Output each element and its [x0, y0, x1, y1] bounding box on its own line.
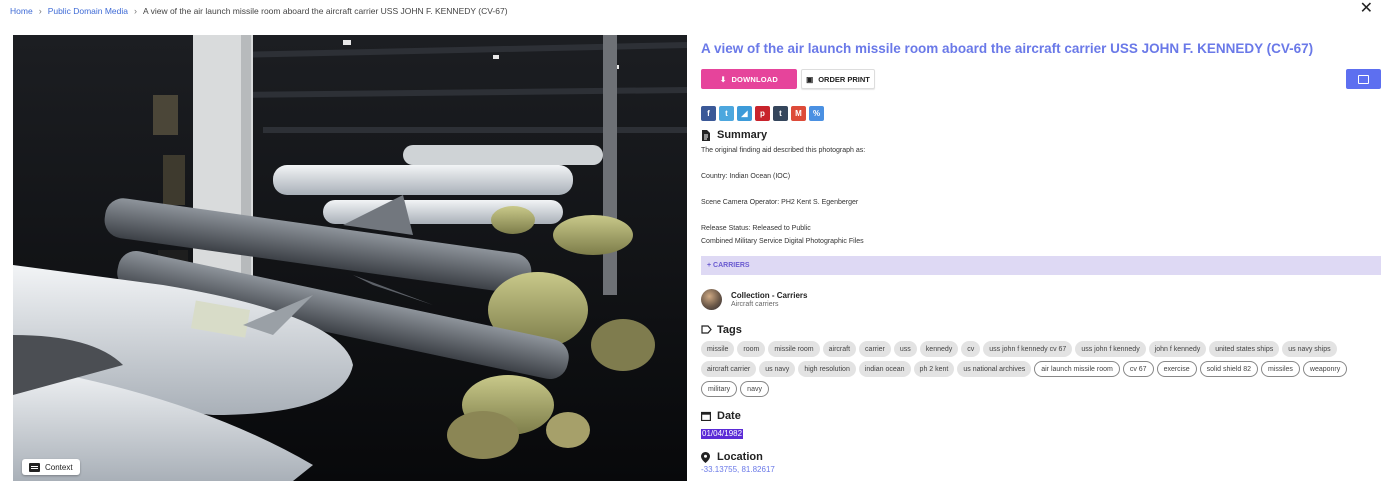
- tag-chip[interactable]: missile room: [768, 341, 820, 357]
- collection-thumbnail: [701, 289, 722, 310]
- tags-heading-text: Tags: [717, 324, 742, 336]
- location-pin-icon: [701, 451, 711, 463]
- tag-chip[interactable]: cv 67: [1122, 361, 1154, 377]
- email-icon[interactable]: M: [791, 106, 806, 121]
- edit-image-icon: [1358, 74, 1369, 84]
- tumblr-icon[interactable]: t: [773, 106, 788, 121]
- breadcrumb-current: A view of the air launch missile room ab…: [143, 6, 508, 16]
- close-icon[interactable]: ✕: [1360, 0, 1373, 18]
- location-heading-text: Location: [717, 451, 763, 463]
- tag-chip[interactable]: high resolution: [798, 361, 856, 377]
- tag-chip[interactable]: air launch missile room: [1034, 361, 1120, 377]
- document-icon: [701, 129, 711, 141]
- tag-chip[interactable]: us national archives: [957, 361, 1032, 377]
- download-icon: ⬇: [719, 74, 727, 84]
- context-button[interactable]: Context: [22, 459, 80, 475]
- tag-chip[interactable]: uss john f kennedy: [1075, 341, 1146, 357]
- telegram-icon[interactable]: ◢: [737, 106, 752, 121]
- tag-list: missile room missile room aircraft carrier us…: [701, 341, 1381, 397]
- summary-heading: Summary: [701, 129, 1381, 141]
- facebook-icon[interactable]: f: [701, 106, 716, 121]
- tag-chip[interactable]: us navy ships: [1282, 341, 1337, 357]
- tag-chip[interactable]: united states ships: [1209, 341, 1280, 357]
- tag-chip[interactable]: uss john f kennedy cv 67: [983, 341, 1073, 357]
- date-heading: Date: [701, 410, 1381, 422]
- date-heading-text: Date: [717, 410, 741, 422]
- tag-chip[interactable]: john f kennedy: [1148, 341, 1207, 357]
- tag-chip[interactable]: indian ocean: [858, 361, 911, 377]
- breadcrumb-home-link[interactable]: Home: [10, 6, 33, 16]
- tag-chip[interactable]: navy: [740, 381, 769, 397]
- tag-chip[interactable]: aircraft carrier: [701, 361, 757, 377]
- breadcrumb: Home › Public Domain Media › A view of t…: [10, 4, 508, 18]
- order-print-label: ORDER PRINT: [818, 74, 870, 84]
- tag-chip[interactable]: missile: [701, 341, 735, 357]
- tag-chip[interactable]: uss: [893, 341, 917, 357]
- tag-chip[interactable]: kennedy: [919, 341, 959, 357]
- tag-icon: [701, 324, 712, 336]
- tag-chip[interactable]: military: [701, 381, 738, 397]
- info-panel: A view of the air launch missile room ab…: [701, 40, 1381, 474]
- collection-name: Collection - Carriers: [731, 291, 808, 300]
- location-heading: Location: [701, 451, 1381, 463]
- summary-line: Release Status: Released to Public: [701, 225, 811, 232]
- summary-line: Scene Camera Operator: PH2 Kent S. Egenb…: [701, 199, 859, 206]
- missile-room-photo: [13, 35, 687, 481]
- edit-button[interactable]: [1346, 69, 1381, 89]
- collection-subtitle: Aircraft carriers: [731, 301, 779, 308]
- print-icon: ▣: [806, 74, 814, 84]
- breadcrumb-section-link[interactable]: Public Domain Media: [48, 6, 128, 16]
- tag-chip[interactable]: aircraft: [822, 341, 857, 357]
- order-print-button[interactable]: ▣ ORDER PRINT: [801, 69, 875, 89]
- twitter-icon[interactable]: t: [719, 106, 734, 121]
- comment-icon: [29, 462, 40, 472]
- action-bar: ⬇ DOWNLOAD ▣ ORDER PRINT: [701, 69, 1381, 89]
- download-button[interactable]: ⬇ DOWNLOAD: [701, 69, 797, 89]
- summary-heading-text: Summary: [717, 129, 768, 141]
- breadcrumb-separator-icon: ›: [134, 6, 138, 16]
- tag-chip[interactable]: carrier: [859, 341, 891, 357]
- context-label: Context: [45, 462, 73, 472]
- summary-line: Combined Military Service Digital Photog…: [701, 238, 864, 245]
- tag-chip[interactable]: cv: [961, 341, 981, 357]
- breadcrumb-separator-icon: ›: [38, 6, 42, 16]
- date-value[interactable]: 01/04/1982: [701, 429, 744, 439]
- tag-chip[interactable]: ph 2 kent: [913, 361, 955, 377]
- tag-chip[interactable]: room: [737, 341, 766, 357]
- summary-line: The original finding aid described this …: [701, 147, 866, 154]
- pinterest-icon[interactable]: p: [755, 106, 770, 121]
- tag-chip[interactable]: solid shield 82: [1199, 361, 1259, 377]
- tag-chip[interactable]: missiles: [1261, 361, 1300, 377]
- summary-line: Country: Indian Ocean (IOC): [701, 173, 791, 180]
- page-title: A view of the air launch missile room ab…: [701, 41, 1314, 56]
- download-label: DOWNLOAD: [731, 74, 779, 84]
- collection-item[interactable]: Collection - Carriers Aircraft carriers: [701, 289, 1381, 310]
- tag-chip[interactable]: us navy: [759, 361, 796, 377]
- tags-heading: Tags: [701, 324, 1381, 336]
- link-icon[interactable]: %: [809, 106, 824, 121]
- photo-viewer[interactable]: Context: [13, 35, 687, 481]
- location-value[interactable]: -33.13755, 81.82617: [701, 465, 1381, 474]
- tag-chip[interactable]: exercise: [1156, 361, 1197, 377]
- share-bar: f t ◢ p t M%: [701, 106, 1381, 121]
- carriers-expander[interactable]: + CARRIERS: [701, 256, 1381, 275]
- tag-chip[interactable]: weaponry: [1302, 361, 1348, 377]
- calendar-icon: [701, 411, 712, 422]
